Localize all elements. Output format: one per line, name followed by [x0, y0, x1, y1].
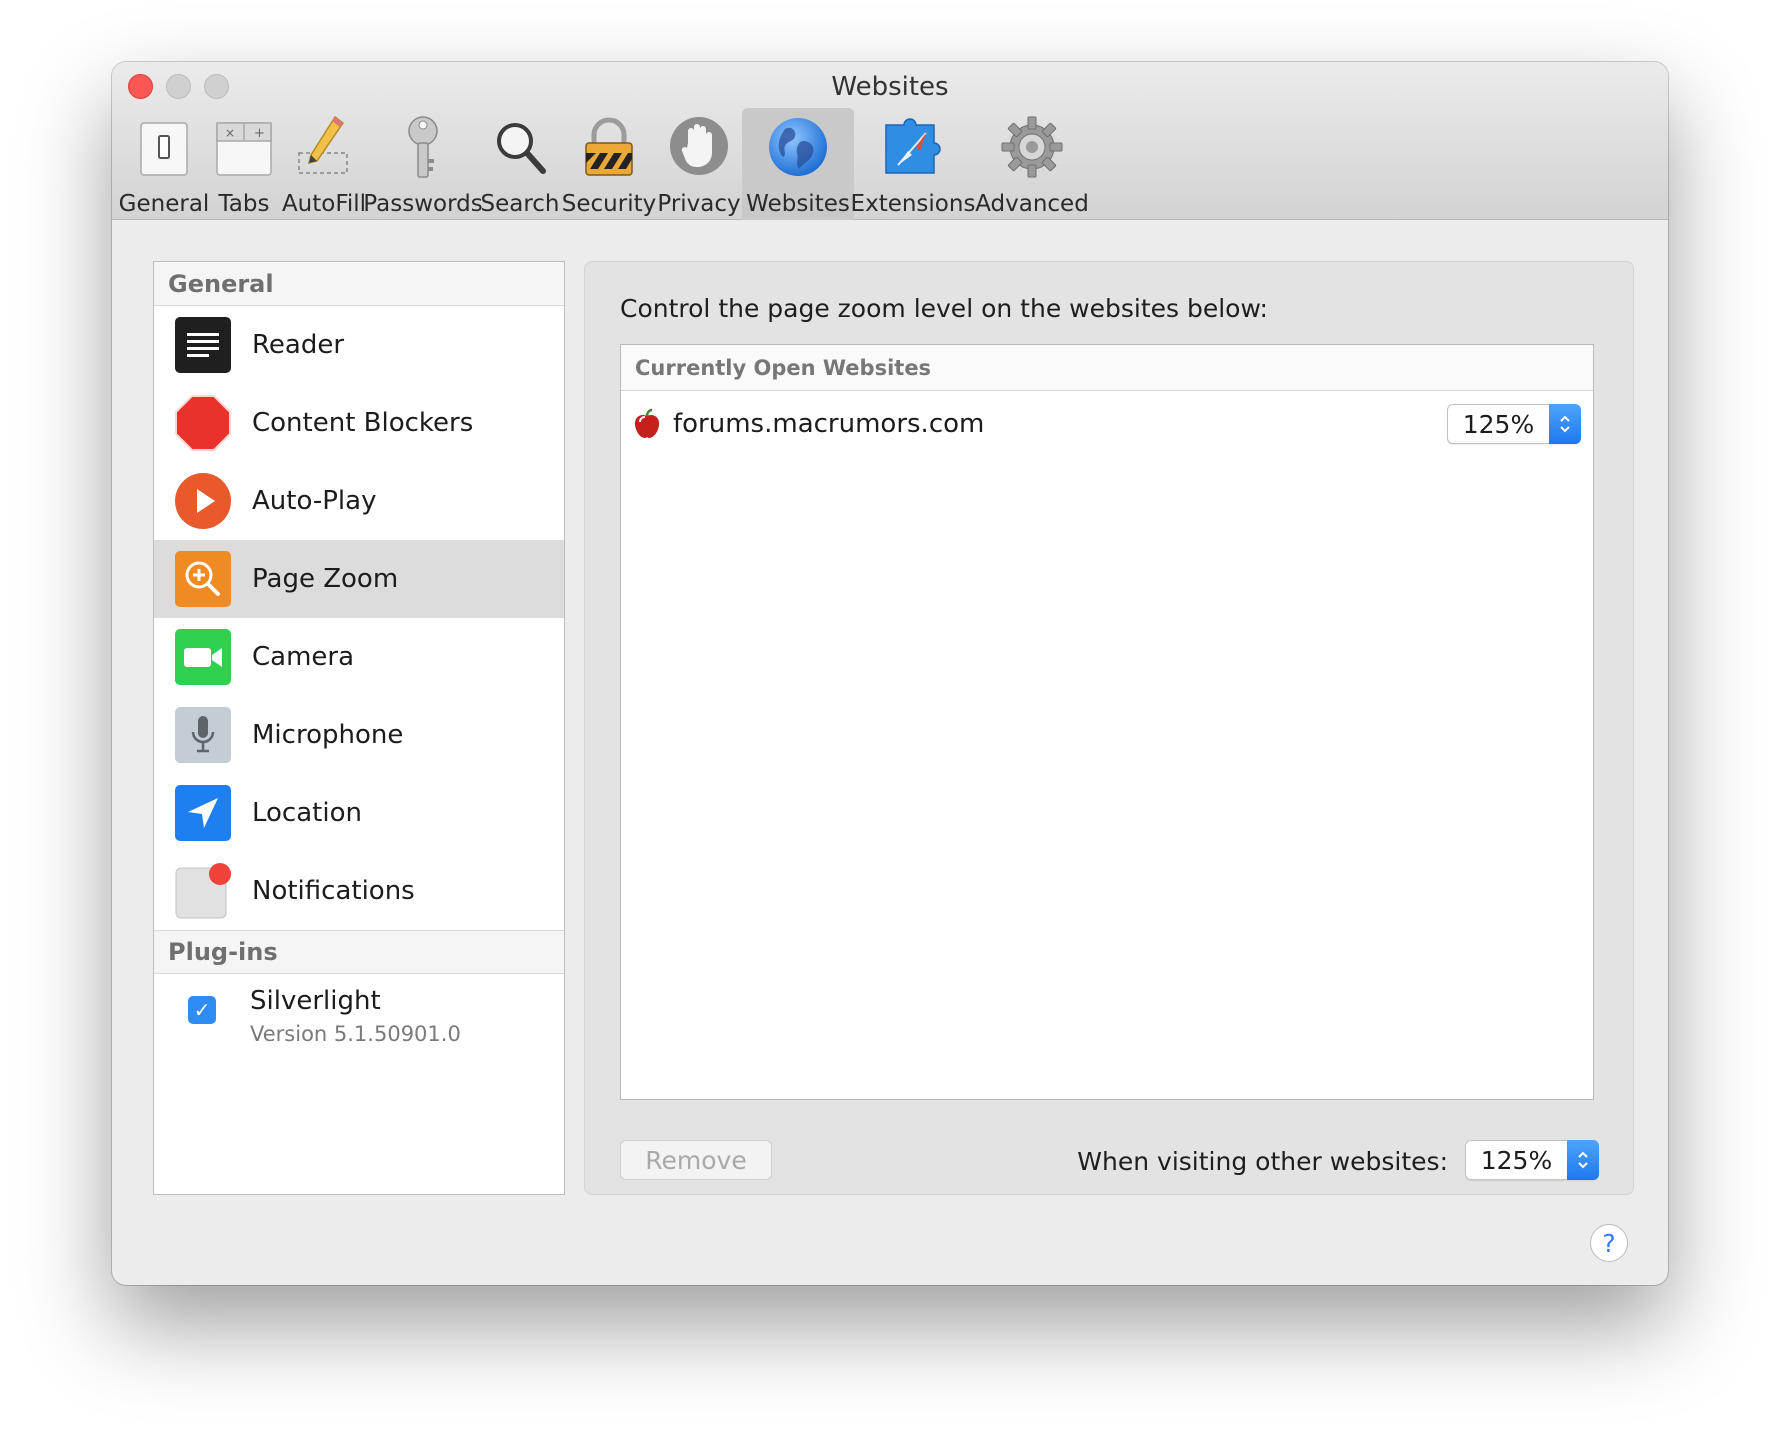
- toolbar-label: Search: [480, 191, 560, 217]
- other-websites-zoom-popup[interactable]: 125%: [1465, 1140, 1599, 1180]
- macrumors-favicon-icon: [634, 408, 660, 438]
- websites-icon: [769, 118, 827, 176]
- page-zoom-icon: [175, 551, 231, 607]
- site-name: forums.macrumors.com: [673, 409, 985, 439]
- plugin-name: Silverlight: [250, 986, 381, 1016]
- titlebar: Websites General × + Tabs AutoFill Passw…: [112, 62, 1668, 220]
- sidebar-item-label: Notifications: [252, 876, 415, 906]
- panel-description: Control the page zoom level on the websi…: [620, 294, 1268, 323]
- sidebar-item-label: Reader: [252, 330, 345, 360]
- other-zoom-value: 125%: [1480, 1145, 1553, 1175]
- site-zoom-popup[interactable]: 125%: [1447, 404, 1581, 444]
- toolbar-label: Passwords: [363, 191, 483, 217]
- toolbar-label: Websites: [746, 191, 850, 217]
- site-zoom-value: 125%: [1462, 409, 1535, 439]
- toolbar-security[interactable]: Security: [562, 108, 656, 220]
- sidebar-item-label: Location: [252, 798, 362, 828]
- content-blockers-icon: [175, 395, 231, 451]
- toolbar-label: General: [118, 191, 210, 217]
- general-icon: [140, 122, 188, 176]
- sidebar-item-page-zoom[interactable]: Page Zoom: [154, 540, 564, 618]
- sidebar-item-microphone[interactable]: Microphone: [154, 696, 564, 774]
- toolbar-label: Tabs: [218, 191, 270, 217]
- toolbar-search[interactable]: Search: [478, 108, 562, 220]
- sidebar-item-label: Auto-Play: [252, 486, 377, 516]
- notifications-icon: [175, 863, 231, 919]
- plugin-silverlight: ✓ Silverlight Version 5.1.50901.0: [154, 974, 564, 1046]
- svg-text:×: ×: [225, 126, 235, 140]
- toolbar-label: Security: [561, 191, 657, 217]
- sidebar-item-reader[interactable]: Reader: [154, 306, 564, 384]
- toolbar-label: AutoFill: [281, 191, 367, 217]
- toolbar-advanced[interactable]: Advanced: [972, 108, 1092, 220]
- remove-button[interactable]: Remove: [620, 1140, 772, 1180]
- sidebar: General Reader Content Blockers Auto-Pla: [153, 261, 565, 1195]
- other-websites-label: When visiting other websites:: [1077, 1147, 1448, 1176]
- plugin-version: Version 5.1.50901.0: [250, 1022, 461, 1046]
- toolbar-tabs[interactable]: × + Tabs: [208, 108, 280, 220]
- svg-text:+: +: [254, 126, 265, 141]
- toolbar: General × + Tabs AutoFill Passwords Sear…: [118, 108, 1092, 220]
- plugin-enabled-checkbox[interactable]: ✓: [188, 996, 216, 1024]
- sidebar-item-location[interactable]: Location: [154, 774, 564, 852]
- reader-icon: [175, 317, 231, 373]
- websites-table: Currently Open Websites forums.macrumors…: [620, 344, 1594, 1100]
- toolbar-label: Privacy: [657, 191, 741, 217]
- toolbar-general[interactable]: General: [118, 108, 210, 220]
- toolbar-autofill[interactable]: AutoFill: [280, 108, 368, 220]
- autofill-icon: [298, 115, 348, 174]
- sidebar-item-label: Page Zoom: [252, 564, 399, 594]
- sidebar-item-label: Content Blockers: [252, 408, 474, 438]
- sidebar-item-auto-play[interactable]: Auto-Play: [154, 462, 564, 540]
- toolbar-label: Extensions: [850, 191, 976, 217]
- advanced-icon: [1001, 116, 1063, 178]
- extensions-icon: [885, 118, 941, 174]
- microphone-icon: [175, 707, 231, 763]
- chevron-updown-icon: [1549, 404, 1581, 444]
- table-row[interactable]: forums.macrumors.com 125%: [621, 391, 1593, 457]
- passwords-icon: [408, 116, 438, 178]
- chevron-updown-icon: [1567, 1140, 1599, 1180]
- toolbar-passwords[interactable]: Passwords: [363, 108, 483, 220]
- page-zoom-panel: Control the page zoom level on the websi…: [584, 261, 1634, 1195]
- search-icon: [497, 123, 546, 174]
- auto-play-icon: [175, 473, 231, 529]
- sidebar-header-plugins: Plug-ins: [154, 930, 564, 974]
- toolbar-label: Advanced: [975, 191, 1089, 217]
- toolbar-privacy[interactable]: Privacy: [656, 108, 742, 220]
- camera-icon: [175, 629, 231, 685]
- location-icon: [175, 785, 231, 841]
- sidebar-item-content-blockers[interactable]: Content Blockers: [154, 384, 564, 462]
- table-header: Currently Open Websites: [621, 345, 1593, 391]
- sidebar-item-label: Camera: [252, 642, 355, 672]
- preferences-window: Websites General × + Tabs AutoFill Passw…: [112, 62, 1668, 1285]
- security-icon: [585, 117, 633, 176]
- help-button[interactable]: ?: [1590, 1224, 1628, 1262]
- privacy-icon: [670, 117, 728, 175]
- toolbar-websites[interactable]: Websites: [742, 108, 854, 220]
- sidebar-item-label: Microphone: [252, 720, 404, 750]
- sidebar-item-camera[interactable]: Camera: [154, 618, 564, 696]
- sidebar-header-general: General: [154, 262, 564, 306]
- toolbar-extensions[interactable]: Extensions: [851, 108, 975, 220]
- tabs-icon: × +: [216, 122, 272, 176]
- window-title: Websites: [831, 72, 949, 102]
- sidebar-item-notifications[interactable]: Notifications: [154, 852, 564, 930]
